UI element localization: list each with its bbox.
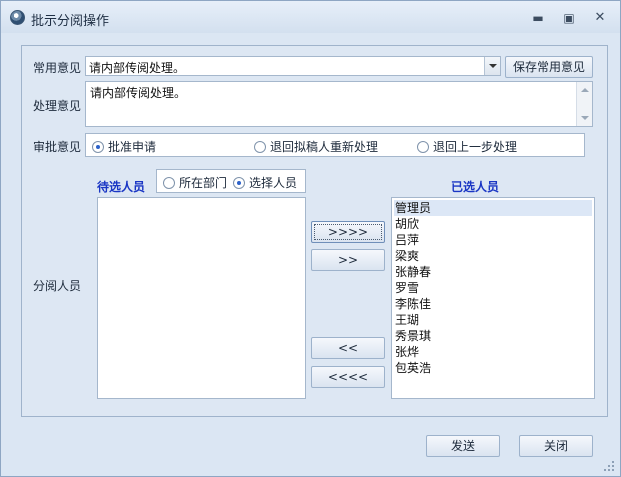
remove-button[interactable]: << <box>311 337 385 359</box>
approval-radio-group: 批准申请 退回拟稿人重新处理 退回上一步处理 <box>85 133 585 157</box>
list-item[interactable]: 梁爽 <box>394 248 592 264</box>
remove-all-button[interactable]: <<<< <box>311 366 385 388</box>
approval-option-label: 退回上一步处理 <box>433 140 518 154</box>
radio-unchecked-icon <box>163 177 175 189</box>
list-item[interactable]: 罗雪 <box>394 280 592 296</box>
save-common-opinion-button[interactable]: 保存常用意见 <box>505 56 593 78</box>
window-title: 批示分阅操作 <box>31 14 110 29</box>
selected-list[interactable]: 管理员 胡欣 吕萍 梁爽 张静春 罗雪 李陈佳 王瑚 秀景琪 张烨 包英浩 <box>391 197 595 399</box>
add-button[interactable]: >> <box>311 249 385 271</box>
resize-grip-icon[interactable] <box>602 459 616 473</box>
dialog-window: 批示分阅操作 ▬ ▣ ✕ 常用意见 请内部传阅处理。 保存常用意见 处理意见 请… <box>0 0 621 477</box>
approval-option-return-drafter[interactable]: 退回拟稿人重新处理 <box>254 138 378 155</box>
list-item[interactable]: 张静春 <box>394 264 592 280</box>
memo-scrollbar[interactable] <box>576 82 592 126</box>
selected-list-title: 已选人员 <box>451 180 500 194</box>
title-bar: 批示分阅操作 ▬ ▣ ✕ <box>1 1 620 33</box>
radio-checked-icon <box>233 177 245 189</box>
close-button[interactable]: 关闭 <box>519 435 593 457</box>
app-icon <box>10 10 25 25</box>
process-opinion-label: 处理意见 <box>33 99 82 113</box>
radio-unchecked-icon <box>417 141 429 153</box>
approval-option-return-previous[interactable]: 退回上一步处理 <box>417 138 517 155</box>
common-opinion-label: 常用意见 <box>33 61 82 75</box>
filter-option-label: 选择人员 <box>249 176 298 190</box>
filter-option-person[interactable]: 选择人员 <box>233 174 297 191</box>
close-icon[interactable]: ✕ <box>589 9 611 27</box>
filter-option-label: 所在部门 <box>179 176 228 190</box>
process-opinion-textarea[interactable]: 请内部传阅处理。 <box>85 81 593 127</box>
add-all-button[interactable]: >>>> <box>311 221 385 243</box>
maximize-icon[interactable]: ▣ <box>558 9 580 27</box>
common-opinion-value: 请内部传阅处理。 <box>89 61 186 75</box>
chevron-down-icon[interactable] <box>484 57 500 75</box>
approval-option-approve[interactable]: 批准申请 <box>92 138 156 155</box>
list-item[interactable]: 李陈佳 <box>394 296 592 312</box>
list-item[interactable]: 包英浩 <box>394 360 592 376</box>
reviewers-label: 分阅人员 <box>33 279 82 293</box>
list-item[interactable]: 胡欣 <box>394 216 592 232</box>
focus-ring <box>314 224 382 240</box>
minimize-icon[interactable]: ▬ <box>527 9 549 27</box>
list-item[interactable]: 张烨 <box>394 344 592 360</box>
pending-list[interactable] <box>97 197 306 399</box>
send-button[interactable]: 发送 <box>426 435 500 457</box>
approval-option-label: 批准申请 <box>108 140 157 154</box>
radio-checked-icon <box>92 141 104 153</box>
list-item[interactable]: 管理员 <box>394 200 592 216</box>
filter-radio-group: 所在部门 选择人员 <box>156 169 306 193</box>
approval-option-label: 退回拟稿人重新处理 <box>270 140 379 154</box>
pending-list-title: 待选人员 <box>97 180 146 194</box>
common-opinion-select[interactable]: 请内部传阅处理。 <box>85 56 501 76</box>
list-item[interactable]: 秀景琪 <box>394 328 592 344</box>
radio-unchecked-icon <box>254 141 266 153</box>
approval-opinion-label: 审批意见 <box>33 140 82 154</box>
list-item[interactable]: 王瑚 <box>394 312 592 328</box>
process-opinion-value: 请内部传阅处理。 <box>90 86 187 100</box>
list-item[interactable]: 吕萍 <box>394 232 592 248</box>
filter-option-department[interactable]: 所在部门 <box>163 174 227 191</box>
